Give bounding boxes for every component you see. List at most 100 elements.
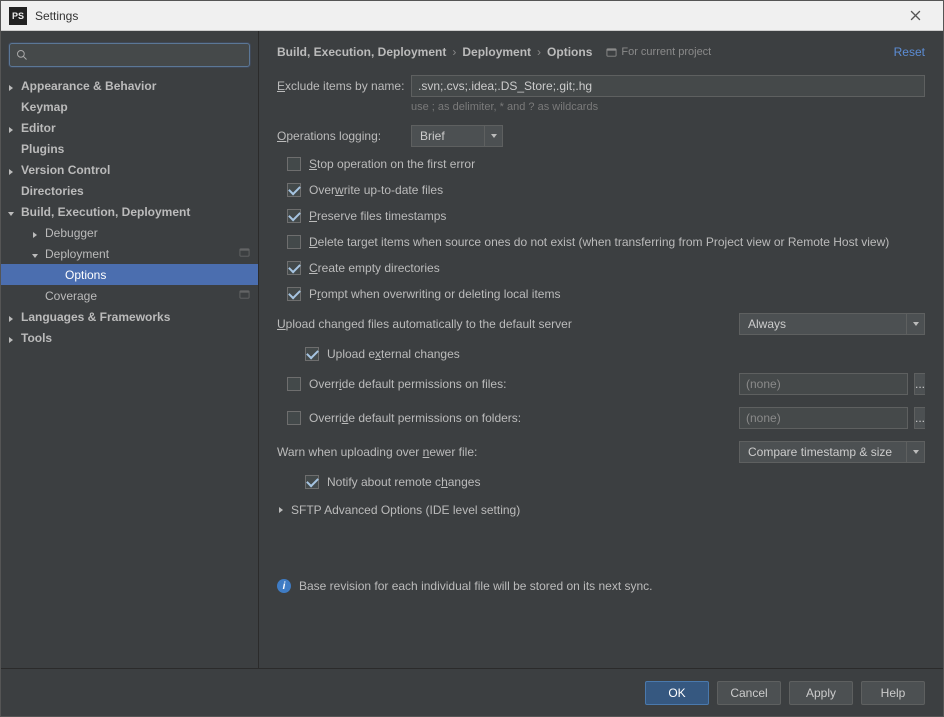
help-button[interactable]: Help: [861, 681, 925, 705]
override-folder-perm-row: Override default permissions on folders:…: [287, 407, 925, 429]
tree-item-label: Build, Execution, Deployment: [21, 205, 190, 219]
tree-arrow-icon: [31, 228, 41, 238]
reset-link[interactable]: Reset: [894, 45, 925, 59]
tree-arrow-icon: [7, 333, 17, 343]
ops-logging-select[interactable]: Brief: [411, 125, 503, 147]
stop-on-error-checkbox[interactable]: [287, 157, 301, 171]
exclude-label: Exclude items by name:: [277, 79, 411, 93]
tree-item[interactable]: Editor: [1, 117, 258, 138]
tree-item-label: Editor: [21, 121, 56, 135]
tree-arrow-icon: [7, 312, 17, 322]
crumb-1: Deployment: [462, 45, 531, 59]
tree-item-label: Coverage: [45, 289, 97, 303]
breadcrumb: Build, Execution, Deployment › Deploymen…: [277, 45, 711, 59]
preserve-timestamps-row: Preserve files timestamps: [287, 209, 925, 223]
project-scope-icon: [239, 247, 250, 261]
override-file-perm-label: Override default permissions on files:: [309, 377, 506, 391]
crumb-sep: ›: [537, 45, 541, 59]
settings-tree: Appearance & Behavior Keymap Editor Plugins…: [1, 75, 258, 668]
upload-auto-select[interactable]: Always: [739, 313, 925, 335]
tree-item[interactable]: Options: [1, 264, 258, 285]
tree-item[interactable]: Directories: [1, 180, 258, 201]
chevron-right-icon: [277, 506, 285, 514]
notify-remote-label: Notify about remote changes: [327, 475, 480, 489]
search-icon: [16, 49, 28, 61]
tree-item[interactable]: Build, Execution, Deployment: [1, 201, 258, 222]
tree-item-label: Tools: [21, 331, 52, 345]
dialog-footer: OK Cancel Apply Help: [1, 668, 943, 716]
crumb-2: Options: [547, 45, 592, 59]
tree-item[interactable]: Plugins: [1, 138, 258, 159]
override-file-perm-checkbox[interactable]: [287, 377, 301, 391]
prompt-overwrite-row: Prompt when overwriting or deleting loca…: [287, 287, 925, 301]
tree-item[interactable]: Version Control: [1, 159, 258, 180]
prompt-overwrite-checkbox[interactable]: [287, 287, 301, 301]
tree-item-label: Options: [65, 268, 106, 282]
search-input[interactable]: [32, 48, 243, 62]
override-file-perm-row: Override default permissions on files: .…: [287, 373, 925, 395]
tree-item[interactable]: Coverage: [1, 285, 258, 306]
breadcrumb-row: Build, Execution, Deployment › Deploymen…: [277, 45, 925, 59]
overwrite-uptodate-label: Overwrite up-to-date files: [309, 183, 443, 197]
close-button[interactable]: [895, 1, 935, 31]
crumb-sep: ›: [452, 45, 456, 59]
delete-target-checkbox[interactable]: [287, 235, 301, 249]
project-scope-icon: [239, 289, 250, 303]
create-empty-dirs-label: Create empty directories: [309, 261, 440, 275]
settings-window: PS Settings Appearance & BehaviorKeymapE…: [0, 0, 944, 717]
ops-logging-row: Operations logging: Brief: [277, 125, 925, 147]
override-folder-perm-label: Override default permissions on folders:: [309, 411, 521, 425]
upload-external-checkbox[interactable]: [305, 347, 319, 361]
create-empty-dirs-checkbox[interactable]: [287, 261, 301, 275]
info-row: i Base revision for each individual file…: [277, 565, 925, 593]
tree-item[interactable]: Keymap: [1, 96, 258, 117]
delete-target-row: Delete target items when source ones do …: [287, 235, 925, 249]
cancel-button[interactable]: Cancel: [717, 681, 781, 705]
chevron-down-icon: [912, 448, 920, 456]
override-file-perm-browse[interactable]: ...: [914, 373, 925, 395]
tree-arrow-icon: [7, 165, 17, 175]
override-folder-perm-browse[interactable]: ...: [914, 407, 925, 429]
search-box[interactable]: [9, 43, 250, 67]
notify-remote-checkbox[interactable]: [305, 475, 319, 489]
tree-item-label: Debugger: [45, 226, 98, 240]
tree-arrow-icon: [31, 249, 41, 259]
crumb-0: Build, Execution, Deployment: [277, 45, 446, 59]
override-folder-perm-checkbox[interactable]: [287, 411, 301, 425]
tree-item[interactable]: Debugger: [1, 222, 258, 243]
warn-newer-row: Warn when uploading over newer file: Com…: [277, 441, 925, 463]
upload-external-row: Upload external changes: [305, 347, 925, 361]
upload-auto-row: Upload changed files automatically to th…: [277, 313, 925, 335]
prompt-overwrite-label: Prompt when overwriting or deleting loca…: [309, 287, 560, 301]
notify-remote-row: Notify about remote changes: [305, 475, 925, 489]
overwrite-uptodate-checkbox[interactable]: [287, 183, 301, 197]
options-form: Exclude items by name: use ; as delimite…: [277, 75, 925, 660]
override-file-perm-input[interactable]: [739, 373, 908, 395]
warn-newer-select[interactable]: Compare timestamp & size: [739, 441, 925, 463]
tree-item[interactable]: Deployment: [1, 243, 258, 264]
tree-item-label: Keymap: [21, 100, 68, 114]
exclude-hint: use ; as delimiter, * and ? as wildcards: [411, 101, 925, 113]
ok-button[interactable]: OK: [645, 681, 709, 705]
upload-auto-label: Upload changed files automatically to th…: [277, 317, 572, 331]
tree-item[interactable]: Tools: [1, 327, 258, 348]
sftp-advanced-section[interactable]: SFTP Advanced Options (IDE level setting…: [277, 503, 925, 517]
close-icon: [910, 10, 921, 21]
exclude-input[interactable]: [411, 75, 925, 97]
preserve-timestamps-checkbox[interactable]: [287, 209, 301, 223]
tree-item-label: Version Control: [21, 163, 110, 177]
tree-item[interactable]: Appearance & Behavior: [1, 75, 258, 96]
delete-target-label: Delete target items when source ones do …: [309, 235, 889, 249]
stop-on-error-label: Stop operation on the first error: [309, 157, 475, 171]
info-text: Base revision for each individual file w…: [299, 579, 653, 593]
warn-newer-label: Warn when uploading over newer file:: [277, 445, 477, 459]
upload-external-label: Upload external changes: [327, 347, 460, 361]
apply-button[interactable]: Apply: [789, 681, 853, 705]
override-folder-perm-input[interactable]: [739, 407, 908, 429]
tree-item[interactable]: Languages & Frameworks: [1, 306, 258, 327]
tree-item-label: Directories: [21, 184, 84, 198]
app-icon: PS: [9, 7, 27, 25]
stop-on-error-row: Stop operation on the first error: [287, 157, 925, 171]
project-scope-icon: [606, 47, 617, 58]
crumb-scope-tag: For current project: [606, 46, 711, 58]
